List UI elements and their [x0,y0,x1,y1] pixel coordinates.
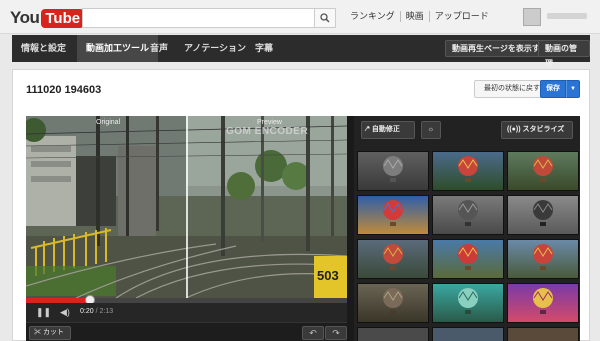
auto-fix-button[interactable]: ⁄* 自動修正 [361,121,415,139]
editor-workspace: Original Preview GOM ENCODER 503 ❚❚ ◀) 0… [26,116,580,341]
balloon-icon [383,200,403,226]
filter-thumbnail[interactable] [357,195,429,235]
time-total: 2:13 [99,308,114,315]
balloon-icon [458,288,478,314]
stabilize-icon: ((●)) [507,126,521,133]
balloon-icon [383,288,403,314]
filter-thumbnail[interactable] [432,283,504,323]
tab-captions[interactable]: 字幕 [246,35,282,62]
redo-button[interactable]: ↷ [325,326,347,340]
undo-icon: ↶ [309,328,317,338]
balloon-icon [533,288,553,314]
user-name-blurred[interactable] [547,13,587,19]
top-nav-movies[interactable]: 映画 [399,11,429,22]
filter-thumbnail[interactable] [357,283,429,323]
watermark: GOM ENCODER [226,126,309,137]
revert-to-original-button[interactable]: 最初の状態に戻す [474,80,550,98]
filter-thumbnail[interactable] [507,327,579,341]
save-button[interactable]: 保存 [540,80,566,98]
search-button[interactable] [314,8,336,28]
avatar[interactable] [523,8,541,26]
enhancement-tools: ⁄* 自動修正 ☼ ((●)) スタビライズ [354,116,580,341]
video-manager-button[interactable]: 動画の管理 [538,40,590,68]
tab-info-settings[interactable]: 情報と設定 [12,35,75,62]
youtube-logo[interactable]: You Tube [10,8,85,28]
balloon-icon [533,244,553,270]
preview-label: Preview [257,119,282,126]
pause-icon[interactable]: ❚❚ [36,307,51,318]
time-separator: / [95,308,98,315]
scissors-icon: ✂ [34,329,41,336]
original-label: Original [96,119,121,126]
player-controls: ❚❚ ◀) 0:20 / 2:13 [26,303,347,322]
filter-thumbnail[interactable] [432,327,504,341]
undo-button[interactable]: ↶ [302,326,324,340]
top-nav-ranking[interactable]: ランキング [345,11,400,22]
filter-thumbnail[interactable] [357,151,429,191]
logo-you-text: You [10,8,40,27]
magic-wand-icon: ⁄* [366,126,370,133]
brightness-button[interactable]: ☼ [421,121,441,139]
chevron-down-icon: ▼ [570,86,576,92]
brightness-icon: ☼ [427,126,435,133]
redo-icon: ↷ [332,328,340,338]
search-icon [320,13,330,23]
filter-grid [354,147,580,341]
editor-panel: 111020 194603 最初の状態に戻す 保存 ▼ Original Pre… [12,69,590,341]
stabilize-button[interactable]: ((●)) スタビライズ [501,121,573,139]
time-display: 0:20 / 2:13 [80,308,113,315]
stabilize-label: スタビライズ [522,126,565,133]
editor-subnav: 情報と設定 動画加工ツール 音声 アノテーション 字幕 動画再生ページを表示する… [12,35,590,68]
filter-thumbnail[interactable] [432,151,504,191]
tab-annotations[interactable]: アノテーション [175,35,255,62]
filter-thumbnail[interactable] [432,195,504,235]
cut-label: カット [42,329,64,336]
split-divider[interactable] [186,116,188,298]
search-box[interactable] [82,8,315,28]
masthead: You Tube ランキング 映画 アップロード [0,0,600,34]
balloon-icon [533,156,553,182]
video-preview[interactable]: Original Preview GOM ENCODER 503 [26,116,347,298]
balloon-icon [458,200,478,226]
filter-thumbnail[interactable] [507,239,579,279]
filter-thumbnail[interactable] [507,195,579,235]
filter-thumbnail[interactable] [357,327,429,341]
balloon-icon [458,244,478,270]
save-dropdown-button[interactable]: ▼ [566,80,580,98]
tab-audio[interactable]: 音声 [141,35,177,62]
top-nav-upload[interactable]: アップロード [428,11,494,22]
page: You Tube ランキング 映画 アップロード 情報と設定 動画加工ツール 音… [0,0,600,341]
balloon-icon [533,200,553,226]
volume-icon[interactable]: ◀) [60,307,70,318]
search-input[interactable] [83,10,314,28]
balloon-icon [458,156,478,182]
auto-fix-label: 自動修正 [371,126,400,133]
filter-thumbnail[interactable] [507,283,579,323]
time-current: 0:20 [80,308,94,315]
sign-number: 503 [317,268,339,283]
balloon-icon [383,156,403,182]
balloon-icon [383,244,403,270]
cut-button[interactable]: ✂ カット [29,326,71,340]
video-title: 111020 194603 [26,84,102,96]
edit-bottom-bar: ✂ カット ↶ ↷ [26,322,347,341]
filter-thumbnail[interactable] [507,151,579,191]
top-nav: ランキング 映画 アップロード [345,11,494,22]
logo-tube-text: Tube [41,8,85,28]
filter-thumbnail[interactable] [432,239,504,279]
filter-thumbnail[interactable] [357,239,429,279]
